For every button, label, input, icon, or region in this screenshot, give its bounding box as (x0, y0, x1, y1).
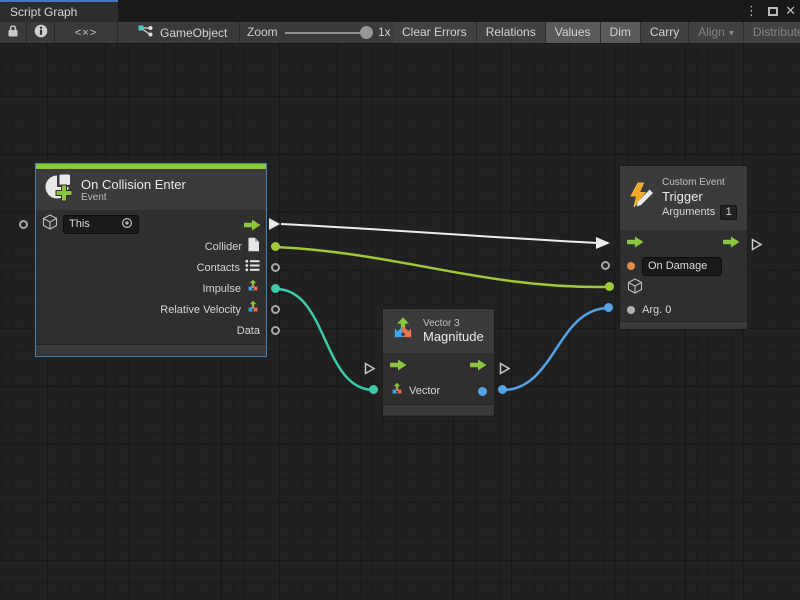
port-contacts[interactable]: Contacts (36, 257, 266, 278)
window-menu-icon[interactable]: ⋮ (745, 0, 758, 22)
zoom-slider[interactable] (285, 32, 370, 34)
vector3-magnitude-node[interactable]: Vector 3 Magnitude Vector (382, 308, 495, 417)
collision-event-icon (44, 173, 72, 206)
arguments-count-field[interactable]: 1 (720, 205, 737, 220)
info-icon (34, 24, 48, 41)
data-out-port[interactable] (271, 326, 280, 335)
flow-out-arrow-icon[interactable] (470, 358, 487, 376)
tab-script-graph[interactable]: Script Graph (0, 0, 118, 22)
toolbar-buttons: Clear Errors Relations Values Dim Carry … (393, 22, 800, 43)
graph-target-label: GameObject (160, 26, 227, 40)
event-name-field[interactable]: On Damage (642, 257, 722, 276)
trigger-name-in-port[interactable] (601, 261, 610, 270)
cube-icon (627, 278, 643, 299)
tab-bar: Script Graph ⋮ ✕ (0, 0, 800, 22)
trigger-node-header[interactable]: Custom Event Trigger Arguments 1 (620, 166, 747, 230)
port-arg0[interactable]: Arg. 0 (620, 299, 747, 321)
zoom-label: Zoom (247, 22, 278, 43)
collider-out-port[interactable] (271, 242, 280, 251)
graph-icon (138, 25, 153, 40)
trigger-node-footer (620, 321, 747, 329)
event-node-header[interactable]: On Collision Enter Event (36, 169, 266, 210)
port-data[interactable]: Data (36, 320, 266, 341)
event-node-title: On Collision Enter (81, 177, 186, 192)
impulse-out-port[interactable] (271, 284, 280, 293)
trigger-target-in-port[interactable] (605, 282, 614, 291)
vector3-icon (246, 279, 260, 298)
trigger-node-supertitle: Custom Event (662, 177, 737, 188)
flow-in-arrow-icon[interactable] (390, 358, 407, 376)
vector-node-body: Vector (383, 353, 494, 404)
lock-button[interactable] (0, 22, 27, 43)
graph-target-button[interactable]: GameObject (118, 22, 240, 43)
chevron-down-icon: ▾ (729, 28, 734, 39)
vector-flow-in-port[interactable] (364, 362, 376, 375)
vector-node-header[interactable]: Vector 3 Magnitude (383, 309, 494, 353)
vector-node-title: Magnitude (423, 329, 484, 344)
graph-toolbar: <×> GameObject Zoom 1x Clear Errors Rela… (0, 22, 800, 44)
string-port-dot[interactable] (627, 262, 635, 270)
custom-event-icon (628, 182, 654, 215)
arguments-label: Arguments (662, 206, 715, 218)
event-node-footer (36, 344, 266, 355)
vector-flow-out-port[interactable] (499, 362, 511, 375)
zoom-slider-handle[interactable] (360, 26, 373, 39)
cube-icon (42, 214, 58, 235)
info-button[interactable] (27, 22, 55, 43)
flow-in-arrow-icon[interactable] (627, 235, 644, 253)
carry-button[interactable]: Carry (641, 22, 689, 43)
close-icon[interactable]: ✕ (785, 0, 796, 22)
script-source-button[interactable]: <×> (55, 22, 118, 43)
relative-velocity-out-port[interactable] (271, 305, 280, 314)
align-dropdown[interactable]: Align▾ (689, 22, 744, 43)
trigger-node-title: Trigger (662, 189, 737, 204)
trigger-node-body: On Damage Arg. 0 (620, 230, 747, 321)
target-self-field[interactable]: This (63, 215, 139, 234)
port-impulse[interactable]: Impulse (36, 278, 266, 299)
trigger-arg0-in-port[interactable] (604, 303, 613, 312)
port-collider[interactable]: Collider (36, 236, 266, 257)
clear-errors-button[interactable]: Clear Errors (393, 22, 477, 43)
vector3-icon (390, 382, 404, 401)
relations-button[interactable]: Relations (477, 22, 546, 43)
zoom-value: 1x (378, 22, 391, 43)
port-target[interactable] (620, 277, 747, 299)
tab-title: Script Graph (10, 5, 77, 19)
document-icon (247, 237, 260, 257)
trigger-custom-event-node[interactable]: Custom Event Trigger Arguments 1 (619, 165, 748, 330)
target-picker-icon[interactable] (121, 217, 133, 232)
values-toggle[interactable]: Values (546, 22, 601, 43)
lock-icon (7, 24, 19, 41)
unity-script-graph-window: Script Graph ⋮ ✕ <×> GameObject Zoom (0, 0, 800, 600)
port-vector-input[interactable]: Vector (383, 379, 494, 403)
vector3-icon (390, 316, 416, 347)
flow-out-arrow-icon[interactable] (723, 235, 740, 253)
event-target-input-port[interactable] (19, 220, 28, 229)
distribute-dropdown[interactable]: Distribute▾ (744, 22, 800, 43)
port-event-name[interactable]: On Damage (620, 255, 747, 277)
vector-node-footer (383, 404, 494, 415)
port-relative-velocity[interactable]: Relative Velocity (36, 299, 266, 320)
vector3-icon (246, 300, 260, 319)
magnitude-out-port-connected[interactable] (498, 385, 507, 394)
on-collision-enter-node[interactable]: On Collision Enter Event This (35, 163, 267, 357)
event-node-subtitle: Event (81, 192, 186, 203)
contacts-out-port[interactable] (271, 263, 280, 272)
flow-out-port-connected[interactable] (268, 217, 281, 231)
float-output-port[interactable] (478, 387, 487, 396)
dim-toggle[interactable]: Dim (601, 22, 641, 43)
object-port-dot[interactable] (627, 306, 635, 314)
trigger-flow-out-port[interactable] (751, 238, 763, 251)
maximize-icon[interactable] (768, 0, 778, 22)
flow-out-arrow-icon[interactable] (244, 218, 261, 236)
vector-in-port-connected[interactable] (369, 385, 378, 394)
list-icon (245, 259, 260, 277)
vector-node-supertitle: Vector 3 (423, 318, 484, 329)
code-icon: <×> (75, 27, 97, 39)
event-node-body: This Collider Contacts (36, 210, 266, 344)
